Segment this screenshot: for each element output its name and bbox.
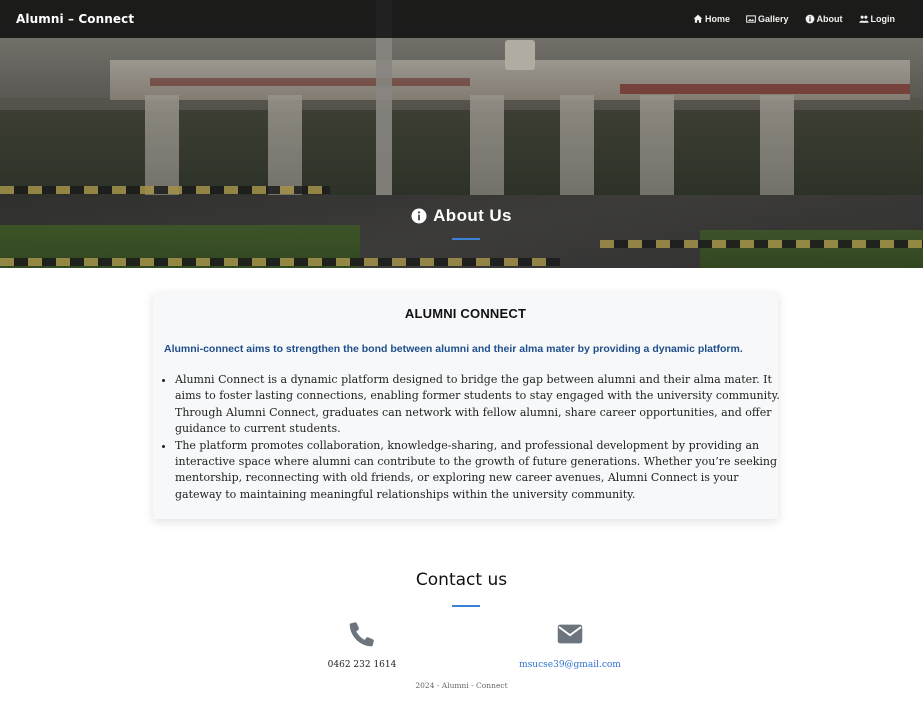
image-icon [746, 14, 756, 24]
about-points-list: Alumni Connect is a dynamic platform des… [175, 372, 780, 503]
top-navbar: Alumni – Connect Home Gallery About Logi… [0, 0, 923, 38]
list-item: The platform promotes collaboration, kno… [175, 438, 780, 504]
nav-item-login[interactable]: Login [858, 14, 896, 24]
page-title: About Us [433, 206, 512, 225]
footer-text: 2024 - Alumni - Connect [415, 681, 508, 690]
nav-item-label: Gallery [757, 14, 789, 24]
title-underline [452, 238, 480, 240]
nav-item-label: About [816, 14, 843, 24]
hero-heading: About Us [0, 206, 923, 226]
about-lead-text: Alumni-connect aims to strengthen the bo… [164, 343, 743, 355]
brand-logo[interactable]: Alumni – Connect [16, 12, 134, 26]
hero-banner [0, 0, 923, 268]
nav-item-home[interactable]: Home [693, 14, 730, 24]
contact-phone: 0462 232 1614 [262, 620, 462, 670]
contact-email: msucse39@gmail.com [470, 620, 670, 670]
home-icon [693, 14, 703, 24]
contact-heading: Contact us [415, 570, 508, 590]
nav-item-label: Home [704, 14, 730, 24]
about-card-title: ALUMNI CONNECT [404, 306, 527, 321]
nav-item-about[interactable]: About [805, 14, 843, 24]
contact-underline [452, 605, 480, 607]
envelope-icon [556, 620, 584, 648]
phone-icon [348, 620, 376, 648]
list-item: Alumni Connect is a dynamic platform des… [175, 372, 780, 438]
hero-overlay [0, 0, 923, 268]
info-circle-icon [411, 208, 427, 224]
nav-menu: Home Gallery About Login [693, 14, 907, 24]
info-icon [805, 14, 815, 24]
phone-number: 0462 232 1614 [327, 660, 397, 670]
email-link[interactable]: msucse39@gmail.com [470, 660, 670, 670]
nav-item-gallery[interactable]: Gallery [746, 14, 789, 24]
users-icon [858, 14, 869, 24]
nav-item-label: Login [870, 14, 896, 24]
about-card: ALUMNI CONNECT Alumni-connect aims to st… [153, 292, 780, 519]
